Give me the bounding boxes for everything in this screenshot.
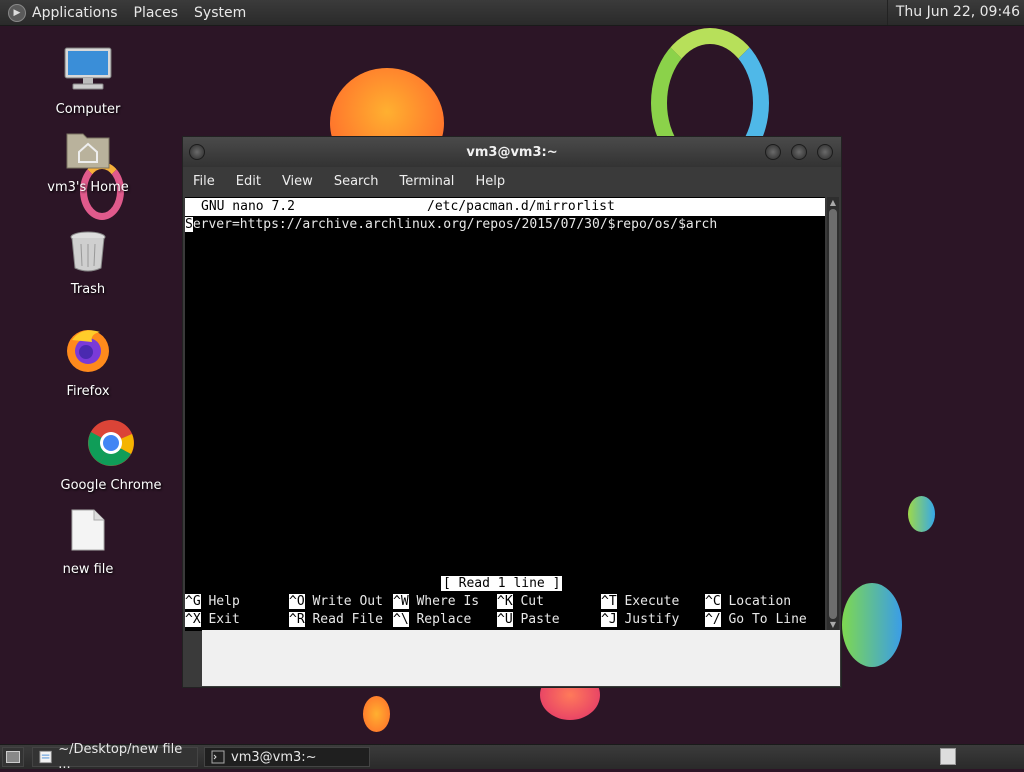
shortcut-write-out: ^O Write Out <box>289 594 383 609</box>
text-editor-icon <box>39 750 52 764</box>
menu-help[interactable]: Help <box>475 174 505 189</box>
background-editor-window[interactable] <box>202 630 840 686</box>
desktop-icon-new-file[interactable]: new file <box>33 508 143 577</box>
taskbar-item-label: vm3@vm3:~ <box>231 749 317 765</box>
desktop-icon-label: new file <box>62 562 114 577</box>
bottom-taskbar: ~/Desktop/new file ... vm3@vm3:~ <box>0 742 1024 772</box>
shortcut-justify: ^J Justify <box>601 612 680 627</box>
firefox-icon <box>67 330 109 372</box>
menu-search[interactable]: Search <box>334 174 379 189</box>
desktop-icon-label: Firefox <box>66 384 110 399</box>
shortcut-paste: ^U Paste <box>497 612 560 627</box>
top-panel: ▶ Applications Places System Thu Jun 22,… <box>0 0 1024 26</box>
menu-edit[interactable]: Edit <box>236 174 261 189</box>
show-desktop-icon <box>6 751 20 763</box>
terminal-scrollbar[interactable]: ▲ ▼ <box>827 197 839 631</box>
scroll-down-arrow-icon[interactable]: ▼ <box>829 621 837 629</box>
desktop-icon-home[interactable]: vm3's Home <box>33 128 143 195</box>
file-icon <box>71 509 105 551</box>
terminal-menubar: File Edit View Search Terminal Help <box>183 167 841 195</box>
desktop-icon-trash[interactable]: Trash <box>33 230 143 297</box>
wallpaper-green-blob <box>842 583 902 667</box>
shortcut-go-to-line: ^/ Go To Line <box>705 612 807 627</box>
desktop-icon-label: Google Chrome <box>60 478 162 493</box>
show-desktop-button[interactable] <box>2 747 24 767</box>
desktop-icon-label: vm3's Home <box>47 180 129 195</box>
terminal-text-area[interactable]: GNU nano 7.2 /etc/pacman.d/mirrorlist Se… <box>185 197 825 631</box>
nano-version: GNU nano 7.2 <box>201 199 295 214</box>
desktop-icon-chrome[interactable]: Google Chrome <box>56 418 166 493</box>
close-button[interactable] <box>817 144 833 160</box>
menu-system[interactable]: System <box>194 5 246 21</box>
shortcut-location: ^C Location <box>705 594 792 609</box>
desktop-icon-computer[interactable]: Computer <box>33 46 143 117</box>
shortcut-cut: ^K Cut <box>497 594 544 609</box>
chrome-icon <box>88 420 134 466</box>
desktop-icon-label: Computer <box>55 102 121 117</box>
wallpaper-small-orange-blob <box>363 696 390 732</box>
home-folder-icon <box>66 133 110 169</box>
nano-status-message: [ Read 1 line ] <box>441 576 563 591</box>
taskbar-item-editor[interactable]: ~/Desktop/new file ... <box>32 742 198 772</box>
menu-terminal[interactable]: Terminal <box>399 174 454 189</box>
workspace-switcher[interactable] <box>940 748 956 765</box>
scroll-up-arrow-icon[interactable]: ▲ <box>829 199 837 207</box>
nano-header: GNU nano 7.2 /etc/pacman.d/mirrorlist <box>185 198 825 216</box>
shortcut-exit: ^X Exit <box>185 612 240 627</box>
menu-applications[interactable]: Applications <box>32 5 118 21</box>
trash-icon <box>70 231 106 272</box>
scrollbar-thumb[interactable] <box>829 209 837 619</box>
shortcut-help: ^G Help <box>185 594 240 609</box>
file-line-text: erver=https://archive.archlinux.org/repo… <box>192 217 718 232</box>
distro-logo-icon[interactable]: ▶ <box>8 3 26 22</box>
wallpaper-teal-blob <box>908 496 935 532</box>
minimize-button[interactable] <box>765 144 781 160</box>
taskbar-item-terminal[interactable]: vm3@vm3:~ <box>204 747 370 767</box>
panel-clock[interactable]: Thu Jun 22, 09:46 <box>886 0 1024 25</box>
shortcut-where-is: ^W Where Is <box>393 594 480 609</box>
window-titlebar[interactable]: vm3@vm3:~ <box>183 137 841 167</box>
menu-places[interactable]: Places <box>134 5 179 21</box>
window-title: vm3@vm3:~ <box>466 144 558 160</box>
terminal-icon <box>211 750 225 764</box>
desktop-icon-firefox[interactable]: Firefox <box>33 326 143 399</box>
terminal-window[interactable]: vm3@vm3:~ File Edit View Search Terminal… <box>182 136 842 688</box>
menu-file[interactable]: File <box>193 174 215 189</box>
shortcut-execute: ^T Execute <box>601 594 680 609</box>
shortcut-read-file: ^R Read File <box>289 612 383 627</box>
text-cursor: S <box>185 217 193 232</box>
shortcut-replace: ^\ Replace <box>393 612 472 627</box>
nano-filename: /etc/pacman.d/mirrorlist <box>427 199 615 214</box>
desktop-icon-label: Trash <box>70 282 106 297</box>
file-content-line[interactable]: Server=https://archive.archlinux.org/rep… <box>185 217 717 232</box>
computer-icon <box>64 47 112 90</box>
window-menu-button[interactable] <box>189 144 205 160</box>
maximize-button[interactable] <box>791 144 807 160</box>
menu-view[interactable]: View <box>282 174 313 189</box>
